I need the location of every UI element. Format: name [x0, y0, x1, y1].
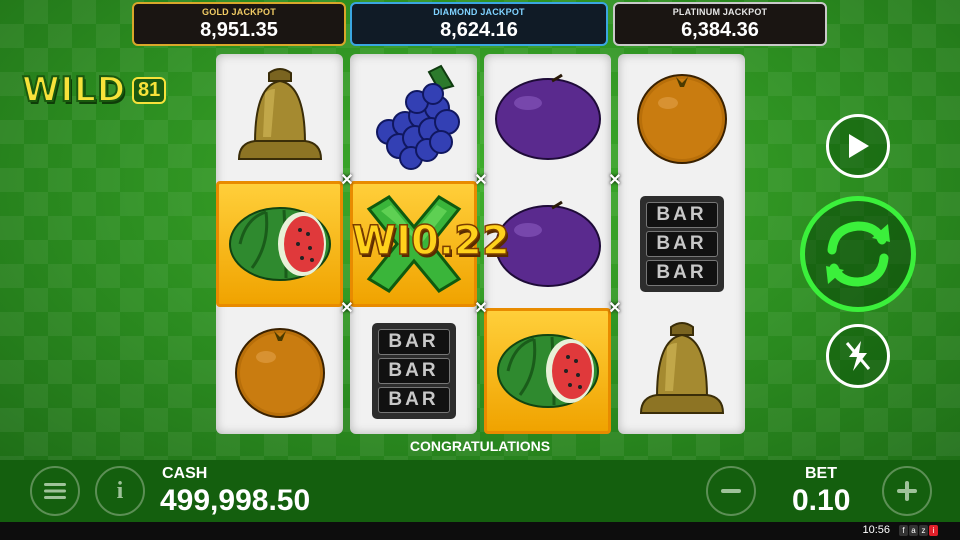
plus-icon: [897, 481, 917, 501]
bar-label: BAR: [377, 387, 450, 414]
plum-icon: [494, 73, 601, 160]
hamburger-icon: [44, 483, 66, 499]
diamond-jackpot-title: DIAMOND JACKPOT: [433, 7, 525, 17]
payline-marker-icon: ✕: [608, 172, 622, 189]
win-amount-overlay: WI0.22: [351, 217, 510, 265]
clock: 10:56: [862, 524, 890, 536]
logo-number: 81: [132, 76, 167, 104]
payline-marker-icon: ✕: [474, 172, 488, 189]
gold-jackpot: GOLD JACKPOT 8,951.35: [132, 2, 346, 46]
reel-symbol: [484, 54, 611, 180]
reel-symbol-winning: [216, 181, 343, 307]
reel-symbol: [216, 54, 343, 180]
grapes-icon: [375, 64, 460, 170]
bar-label: BAR: [645, 201, 718, 228]
bet-value: 0.10: [792, 484, 851, 517]
cash-value: 499,998.50: [160, 484, 311, 517]
status-bar: [0, 522, 960, 540]
reel-symbol: [618, 308, 745, 434]
bar-label: BAR: [645, 230, 718, 257]
reel-symbol: [618, 54, 745, 180]
info-icon: i: [116, 477, 124, 504]
reel-symbol: BAR BAR BAR: [618, 181, 745, 307]
spin-button[interactable]: [800, 196, 916, 312]
bar-icon: BAR BAR BAR: [371, 323, 456, 419]
minus-icon: [721, 489, 741, 493]
payline-marker-icon: ✕: [608, 300, 622, 317]
autoplay-button[interactable]: [826, 114, 890, 178]
payline-marker-icon: ✕: [474, 300, 488, 317]
bet-label: BET: [805, 465, 837, 482]
lightning-icon: [845, 341, 871, 371]
game-logo: WILD 81: [21, 69, 167, 111]
brand-letter: f: [899, 525, 908, 536]
bar-label: BAR: [377, 357, 450, 384]
orange-icon: [234, 328, 325, 418]
spin-arrows-icon: [826, 221, 890, 287]
diamond-jackpot: DIAMOND JACKPOT 8,624.16: [350, 2, 608, 46]
bar-label: BAR: [645, 260, 718, 287]
bar-label: BAR: [377, 328, 450, 355]
payline-marker-icon: ✕: [340, 300, 354, 317]
menu-button[interactable]: [30, 466, 80, 516]
bell-icon: [639, 322, 724, 414]
orange-icon: [636, 74, 727, 164]
cash-label: CASH: [162, 465, 208, 482]
brand-letter: z: [919, 525, 928, 536]
brand-logo: f a z i: [899, 525, 938, 536]
platinum-jackpot: PLATINUM JACKPOT 6,384.36: [613, 2, 827, 46]
platinum-jackpot-title: PLATINUM JACKPOT: [672, 7, 768, 17]
reel-symbol-winning: [484, 308, 611, 434]
reel-1: [216, 54, 343, 434]
brand-letter: i: [929, 525, 938, 536]
reel-4: BAR BAR BAR: [618, 54, 745, 434]
reel-symbol: BAR BAR BAR: [350, 308, 477, 434]
reel-symbol: [350, 54, 477, 180]
payline-marker-icon: ✕: [340, 172, 354, 189]
reel-symbol: [216, 308, 343, 434]
turbo-button[interactable]: [826, 324, 890, 388]
diamond-jackpot-value: 8,624.16: [440, 19, 518, 41]
platinum-jackpot-value: 6,384.36: [681, 19, 759, 41]
info-button[interactable]: i: [95, 466, 145, 516]
bet-increase-button[interactable]: [882, 466, 932, 516]
bar-icon: BAR BAR BAR: [639, 196, 724, 292]
watermelon-icon: [496, 334, 599, 408]
bet-decrease-button[interactable]: [706, 466, 756, 516]
gold-jackpot-title: GOLD JACKPOT: [202, 7, 276, 17]
watermelon-icon: [228, 207, 331, 281]
bell-icon: [237, 68, 322, 160]
congratulations-message: CONGRATULATIONS: [409, 438, 551, 454]
gold-jackpot-value: 8,951.35: [200, 19, 278, 41]
logo-word: WILD: [21, 69, 127, 111]
play-icon: [849, 134, 869, 158]
brand-letter: a: [909, 525, 918, 536]
